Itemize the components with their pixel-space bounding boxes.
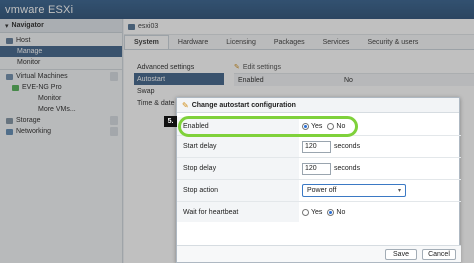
heartbeat-no-radio[interactable]: No <box>327 208 346 216</box>
chevron-down-icon: ▾ <box>397 188 401 194</box>
start-delay-row: Start delay 120 seconds <box>177 136 461 158</box>
stop-action-label: Stop action <box>177 180 299 201</box>
stop-action-select[interactable]: Power off ▾ <box>302 184 406 197</box>
unit-label: seconds <box>334 165 361 172</box>
stop-delay-row: Stop delay 120 seconds <box>177 158 461 180</box>
highlight-ring <box>178 116 358 137</box>
heartbeat-label: Wait for heartbeat <box>177 202 299 222</box>
heartbeat-row: Wait for heartbeat Yes No <box>177 202 461 222</box>
save-button[interactable]: Save <box>385 249 417 260</box>
select-value: Power off <box>307 187 337 194</box>
dialog-footer: Save Cancel <box>177 245 461 262</box>
dialog-header: ✎ Change autostart configuration <box>177 98 459 113</box>
stop-delay-label: Stop delay <box>177 158 299 179</box>
radio-label: Yes <box>311 208 323 216</box>
stop-action-control: Power off ▾ <box>299 184 461 197</box>
radio-label: No <box>336 208 346 216</box>
button-label: Save <box>393 251 409 258</box>
stop-action-row: Stop action Power off ▾ <box>177 180 461 202</box>
pencil-icon: ✎ <box>182 100 189 110</box>
step-marker: 5. <box>164 116 177 127</box>
stop-delay-control: 120 seconds <box>299 162 461 175</box>
stop-delay-input[interactable]: 120 <box>302 162 331 175</box>
unit-label: seconds <box>334 143 361 150</box>
heartbeat-options: Yes No <box>299 208 461 216</box>
start-delay-control: 120 seconds <box>299 140 461 153</box>
radio-empty-icon <box>302 208 309 216</box>
dialog-title: Change autostart configuration <box>191 101 296 109</box>
radio-selected-icon <box>327 208 335 216</box>
button-label: Cancel <box>428 251 450 258</box>
cancel-button[interactable]: Cancel <box>422 249 456 260</box>
start-delay-input[interactable]: 120 <box>302 140 331 153</box>
heartbeat-yes-radio[interactable]: Yes <box>302 208 323 216</box>
start-delay-label: Start delay <box>177 136 299 157</box>
